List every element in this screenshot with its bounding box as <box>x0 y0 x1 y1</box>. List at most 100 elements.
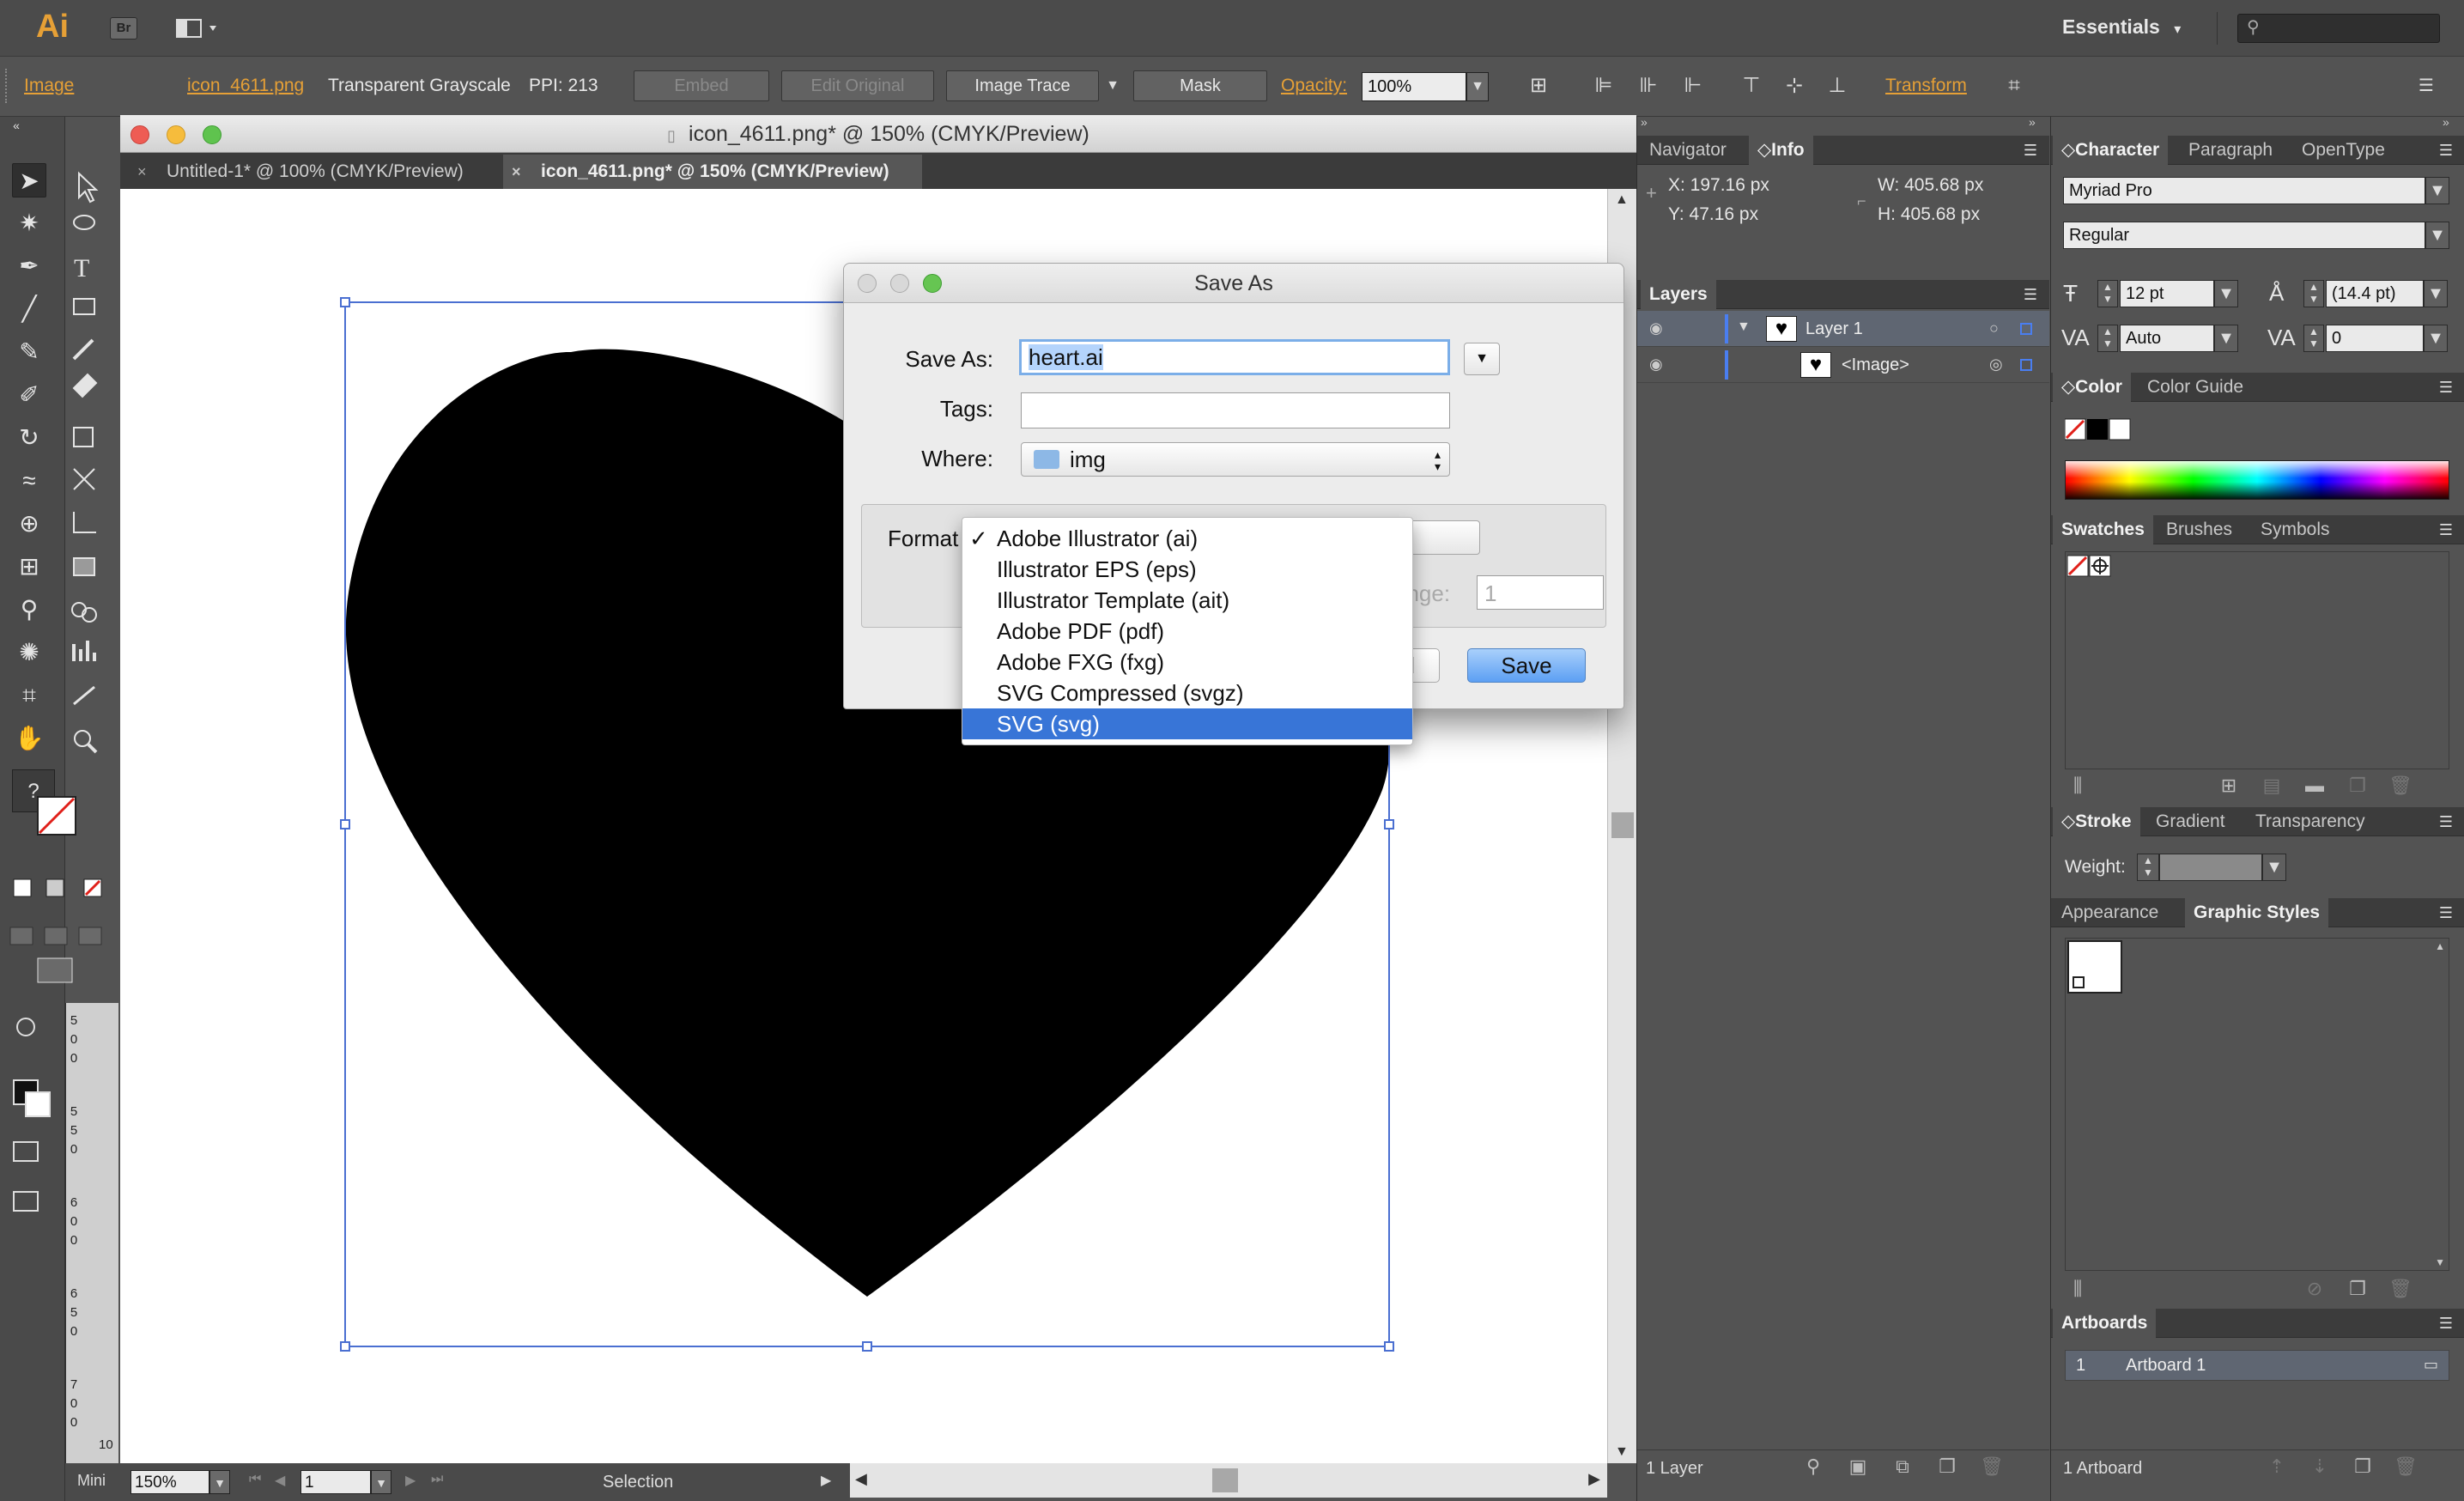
tab-stroke[interactable]: ◇Stroke <box>2053 807 2140 836</box>
image-trace-button[interactable]: Image Trace <box>946 70 1099 101</box>
swatch-options-icon[interactable]: ▤ <box>2257 773 2286 799</box>
tab-opentype[interactable]: OpenType <box>2293 136 2394 165</box>
clipping-mask-icon[interactable]: ▣ <box>1843 1454 1872 1480</box>
visibility-eye-icon[interactable]: ◉ <box>1649 356 1663 374</box>
artboard-dropdown[interactable]: ▼ <box>371 1470 391 1494</box>
tab-color-guide[interactable]: Color Guide <box>2139 373 2252 402</box>
new-sublayer-icon[interactable]: ⧉ <box>1888 1454 1917 1480</box>
tab-color[interactable]: ◇Color <box>2053 373 2131 402</box>
scroll-left-icon[interactable]: ◀ <box>855 1470 867 1488</box>
panel-menu-icon[interactable]: ☰ <box>2412 72 2440 100</box>
align-right-icon[interactable]: ⊩ <box>1679 72 1707 100</box>
new-color-group-icon[interactable]: ▬ <box>2300 773 2329 799</box>
font-family-field[interactable]: Myriad Pro <box>2063 177 2425 204</box>
minimize-window-button[interactable] <box>167 125 185 144</box>
panel-menu-icon[interactable]: ☰ <box>2434 378 2458 397</box>
panel-menu-icon[interactable]: ☰ <box>2434 1314 2458 1333</box>
stroke-weight-stepper[interactable]: ▲ ▼ <box>2137 854 2159 881</box>
opacity-field[interactable]: 100% <box>1362 72 1466 101</box>
color-swatches-mini[interactable] <box>2065 417 2133 443</box>
edit-original-button[interactable]: Edit Original <box>781 70 934 101</box>
document-title-bar[interactable]: ▯ icon_4611.png* @ 150% (CMYK/Preview) <box>120 115 1636 153</box>
tab-gradient[interactable]: Gradient <box>2147 807 2234 836</box>
selection-square-icon[interactable] <box>2020 359 2032 371</box>
scroll-thumb[interactable] <box>1611 812 1634 838</box>
grip-handle[interactable] <box>5 69 10 103</box>
where-popup[interactable]: img ▴ ▾ <box>1021 442 1450 477</box>
tab-icon-4611[interactable]: × icon_4611.png* @ 150% (CMYK/Preview) <box>503 155 922 189</box>
graphic-style-libraries-icon[interactable]: ⫼ <box>2063 1276 2092 1302</box>
object-type-link[interactable]: Image <box>24 76 74 96</box>
selection-square-icon[interactable] <box>2020 323 2032 335</box>
leading-dropdown[interactable]: ▼ <box>2424 280 2448 307</box>
leading-stepper[interactable]: ▲ ▼ <box>2303 280 2324 307</box>
graphic-styles-area[interactable]: ▲ ▼ <box>2065 938 2449 1271</box>
status-menu-icon[interactable]: ▶ <box>821 1472 831 1489</box>
tab-untitled-1[interactable]: × Untitled-1* @ 100% (CMYK/Preview) <box>129 155 503 189</box>
kerning-stepper[interactable]: ▲ ▼ <box>2097 325 2118 352</box>
format-option-pdf[interactable]: Adobe PDF (pdf) <box>962 616 1412 647</box>
swatch-kinds-icon[interactable]: ⊞ <box>2214 773 2243 799</box>
tracking-dropdown[interactable]: ▼ <box>2424 325 2448 352</box>
artboard-options-icon[interactable]: ▭ <box>2424 1356 2438 1374</box>
break-link-icon[interactable]: ⊘ <box>2300 1276 2329 1302</box>
swatches-area[interactable] <box>2065 551 2449 769</box>
align-to-icon[interactable]: ⊞ <box>1525 72 1552 100</box>
panel-menu-icon[interactable]: ☰ <box>2434 812 2458 831</box>
close-tab-icon[interactable]: × <box>512 155 521 189</box>
format-option-svgz[interactable]: SVG Compressed (svgz) <box>962 678 1412 708</box>
visibility-eye-icon[interactable]: ◉ <box>1649 319 1663 337</box>
scroll-up-icon[interactable]: ▲ <box>1615 192 1629 208</box>
layer-name[interactable]: Layer 1 <box>1806 319 1863 339</box>
tab-swatches[interactable]: Swatches <box>2053 515 2153 544</box>
artboard-number-field[interactable]: 1 <box>300 1470 371 1494</box>
tab-layers[interactable]: Layers <box>1641 280 1716 309</box>
linked-file-link[interactable]: icon_4611.png <box>187 76 304 96</box>
stroke-weight-field[interactable] <box>2159 854 2262 881</box>
sublayer-row[interactable]: ◉ ♥ <Image> ◎ <box>1637 347 2049 383</box>
new-layer-icon[interactable]: ❐ <box>1933 1454 1962 1480</box>
tracking-stepper[interactable]: ▲ ▼ <box>2303 325 2324 352</box>
dock-collapse-icon[interactable]: » <box>1641 115 1648 129</box>
font-style-field[interactable]: Regular <box>2063 222 2425 249</box>
panel-menu-icon[interactable]: ☰ <box>2018 141 2042 160</box>
delete-swatch-icon[interactable]: 🗑 <box>2386 773 2415 799</box>
image-name[interactable]: <Image> <box>1842 356 1909 375</box>
tab-paragraph[interactable]: Paragraph <box>2180 136 2281 165</box>
format-option-ait[interactable]: Illustrator Template (ait) <box>962 585 1412 616</box>
scroll-up-icon[interactable]: ▲ <box>2435 940 2445 952</box>
swatch-libraries-icon[interactable]: ⫼ <box>2063 773 2092 799</box>
swatch-none-and-registration[interactable] <box>2067 554 2119 580</box>
zoom-level-field[interactable]: 150% <box>130 1470 209 1494</box>
dialog-close-button[interactable] <box>858 274 877 293</box>
next-artboard-icon[interactable]: ▶ <box>405 1472 416 1489</box>
range-input[interactable]: 1 <box>1477 575 1604 610</box>
kerning-dropdown[interactable]: ▼ <box>2214 325 2238 352</box>
format-option-ai[interactable]: ✓ Adobe Illustrator (ai) <box>962 523 1412 554</box>
tracking-field[interactable]: 0 <box>2326 325 2424 352</box>
horizontal-scrollbar[interactable]: ◀ ▶ <box>850 1463 1607 1498</box>
tab-graphic-styles[interactable]: Graphic Styles <box>2185 898 2329 927</box>
panel-menu-icon[interactable]: ☰ <box>2018 285 2042 304</box>
filename-input[interactable]: heart.ai <box>1019 339 1450 375</box>
embed-button[interactable]: Embed <box>634 70 769 101</box>
bridge-button[interactable]: Br <box>110 17 137 40</box>
panel-menu-icon[interactable]: ☰ <box>2434 520 2458 539</box>
tab-info[interactable]: ◇Info <box>1749 136 1813 165</box>
new-graphic-style-icon[interactable]: ❐ <box>2343 1276 2372 1302</box>
artboard-row[interactable]: 1 Artboard 1 ▭ <box>2065 1350 2449 1381</box>
font-style-dropdown[interactable]: ▼ <box>2425 222 2449 249</box>
format-option-svg[interactable]: SVG (svg) <box>962 708 1412 739</box>
font-size-stepper[interactable]: ▲ ▼ <box>2097 280 2118 307</box>
previous-artboard-icon[interactable]: ◀ <box>275 1472 285 1489</box>
image-trace-preset-dropdown[interactable]: ▼ <box>1099 72 1126 100</box>
tab-appearance[interactable]: Appearance <box>2053 898 2167 927</box>
arrange-documents-button[interactable] <box>175 17 223 40</box>
scroll-right-icon[interactable]: ▶ <box>1588 1470 1600 1488</box>
default-graphic-style-swatch[interactable] <box>2067 940 2122 994</box>
panel-menu-icon[interactable]: ☰ <box>2434 141 2458 160</box>
align-center-icon[interactable]: ⊪ <box>1635 72 1662 100</box>
align-left-icon[interactable]: ⊫ <box>1590 72 1617 100</box>
tags-input[interactable] <box>1021 392 1450 428</box>
font-family-dropdown[interactable]: ▼ <box>2425 177 2449 204</box>
